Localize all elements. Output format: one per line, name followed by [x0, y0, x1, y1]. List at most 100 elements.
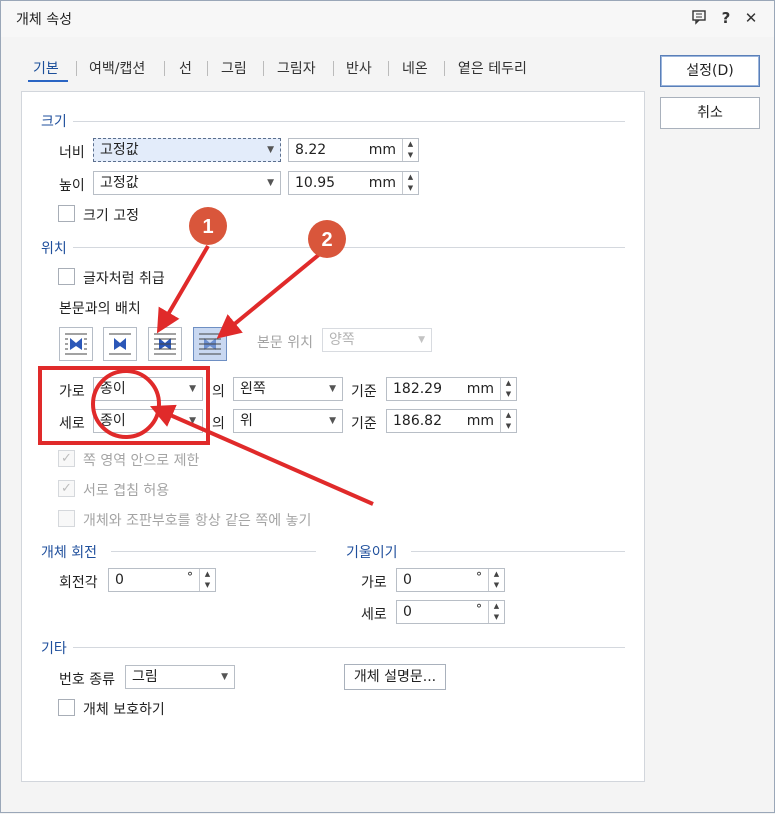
skew-h-spinner[interactable]: ▲ ▼ — [488, 569, 504, 591]
angle-value: 0 — [115, 572, 124, 588]
object-properties-dialog: 개체 속성 ? ✕ 기본 여백/캡션 선 그림 그림자 반사 네온 옅은 테두리… — [0, 0, 775, 813]
width-label: 너비 — [59, 145, 85, 161]
skew-v-label: 세로 — [361, 607, 387, 623]
same-page-label: 개체와 조판부호를 항상 같은 쪽에 놓기 — [83, 513, 312, 529]
limit-to-page-checkbox[interactable]: ✓ — [58, 450, 75, 467]
body-pos-value: 양쪽 — [329, 332, 355, 348]
height-spinner[interactable]: ▲ ▼ — [402, 172, 418, 194]
wrap-behind-text-button[interactable] — [148, 327, 182, 361]
protect-object-checkbox[interactable] — [58, 699, 75, 716]
tab-line[interactable]: 선 — [179, 58, 192, 78]
chevron-down-icon: ▼ — [418, 335, 425, 345]
comment-icon[interactable] — [690, 9, 708, 27]
tab-shadow[interactable]: 그림자 — [277, 58, 316, 78]
wrap-square-button[interactable] — [59, 327, 93, 361]
allow-overlap-label: 서로 겹침 허용 — [83, 483, 170, 499]
allow-overlap-checkbox[interactable]: ✓ — [58, 480, 75, 497]
number-type-select[interactable]: 그림 ▼ — [125, 665, 235, 689]
vert-ref-select[interactable]: 종이 ▼ — [93, 409, 203, 433]
horiz-ref-value: 종이 — [100, 381, 126, 397]
horiz-ref-select[interactable]: 종이 ▼ — [93, 377, 203, 401]
vert-value: 186.82 — [393, 413, 442, 429]
width-value: 8.22 — [295, 142, 327, 158]
width-value-input[interactable]: 8.22 mm ▲ ▼ — [288, 138, 419, 162]
skew-v-value: 0 — [403, 604, 412, 620]
horiz-unit: mm — [466, 381, 494, 397]
position-section-title: 위치 — [41, 241, 67, 257]
describe-object-button[interactable]: 개체 설명문... — [344, 664, 446, 690]
body-pos-select[interactable]: 양쪽 ▼ — [322, 328, 432, 352]
chevron-down-icon: ▼ — [267, 145, 274, 155]
width-unit: mm — [368, 142, 396, 158]
chevron-down-icon: ▼ — [329, 416, 336, 426]
same-page-checkbox[interactable] — [58, 510, 75, 527]
chevron-down-icon: ▼ — [221, 672, 228, 682]
vert-of-label: 의 — [212, 416, 225, 432]
wrap-label: 본문과의 배치 — [59, 301, 141, 317]
height-value: 10.95 — [295, 175, 336, 191]
chevron-down-icon: ▼ — [329, 384, 336, 394]
tab-soft-edge[interactable]: 옅은 테두리 — [458, 58, 527, 78]
horiz-align-value: 왼쪽 — [240, 381, 266, 397]
skew-v-input[interactable]: 0 ° ▲ ▼ — [396, 600, 505, 624]
fix-size-label: 크기 고정 — [83, 208, 139, 224]
skew-section-title: 기울이기 — [346, 545, 398, 561]
wrap-top-bottom-button[interactable] — [103, 327, 137, 361]
skew-v-spinner[interactable]: ▲ ▼ — [488, 601, 504, 623]
tab-picture[interactable]: 그림 — [221, 58, 247, 78]
chevron-down-icon: ▼ — [267, 178, 274, 188]
vert-ref-value: 종이 — [100, 413, 126, 429]
wrap-square-icon — [65, 333, 87, 355]
vert-align-value: 위 — [240, 413, 253, 429]
tab-margin-caption[interactable]: 여백/캡션 — [89, 58, 145, 78]
fix-size-checkbox[interactable] — [58, 205, 75, 222]
height-mode-value: 고정값 — [100, 175, 139, 191]
protect-object-label: 개체 보호하기 — [83, 702, 165, 718]
vert-align-select[interactable]: 위 ▼ — [233, 409, 343, 433]
body-pos-label: 본문 위치 — [257, 335, 313, 351]
skew-v-unit: ° — [476, 602, 482, 616]
chevron-down-icon: ▼ — [189, 416, 196, 426]
size-section-title: 크기 — [41, 114, 67, 130]
skew-h-label: 가로 — [361, 575, 387, 591]
title-bar: 개체 속성 ? ✕ — [1, 1, 774, 37]
number-type-value: 그림 — [132, 669, 158, 685]
help-icon[interactable]: ? — [717, 9, 735, 27]
skew-h-input[interactable]: 0 ° ▲ ▼ — [396, 568, 505, 592]
horiz-of-label: 의 — [212, 384, 225, 400]
cancel-button[interactable]: 취소 — [660, 97, 760, 129]
vert-value-input[interactable]: 186.82 mm ▲ ▼ — [386, 409, 517, 433]
rotation-section-title: 개체 회전 — [41, 545, 97, 561]
angle-unit: ° — [187, 570, 193, 584]
height-label: 높이 — [59, 178, 85, 194]
tab-basic[interactable]: 기본 — [33, 58, 59, 78]
horiz-value-input[interactable]: 182.29 mm ▲ ▼ — [386, 377, 517, 401]
active-tab-indicator — [28, 80, 68, 82]
width-spinner[interactable]: ▲ ▼ — [402, 139, 418, 161]
horiz-label: 가로 — [59, 384, 85, 400]
width-mode-select[interactable]: 고정값 ▼ — [93, 138, 281, 162]
wrap-in-front-icon — [199, 333, 221, 355]
horiz-base-label: 기준 — [351, 384, 377, 400]
height-mode-select[interactable]: 고정값 ▼ — [93, 171, 281, 195]
wrap-in-front-button[interactable] — [193, 327, 227, 361]
horiz-spinner[interactable]: ▲ ▼ — [500, 378, 516, 400]
height-value-input[interactable]: 10.95 mm ▲ ▼ — [288, 171, 419, 195]
treat-as-char-label: 글자처럼 취급 — [83, 271, 165, 287]
horiz-align-select[interactable]: 왼쪽 ▼ — [233, 377, 343, 401]
skew-h-unit: ° — [476, 570, 482, 584]
height-unit: mm — [368, 175, 396, 191]
window-title: 개체 속성 — [16, 12, 72, 28]
chevron-down-icon: ▼ — [189, 384, 196, 394]
vert-unit: mm — [466, 413, 494, 429]
treat-as-char-checkbox[interactable] — [58, 268, 75, 285]
vert-spinner[interactable]: ▲ ▼ — [500, 410, 516, 432]
horiz-value: 182.29 — [393, 381, 442, 397]
tab-neon[interactable]: 네온 — [402, 58, 428, 78]
close-icon[interactable]: ✕ — [742, 9, 760, 27]
ok-button[interactable]: 설정(D) — [660, 55, 760, 87]
number-type-label: 번호 종류 — [59, 672, 115, 688]
angle-input[interactable]: 0 ° ▲ ▼ — [108, 568, 216, 592]
angle-spinner[interactable]: ▲ ▼ — [199, 569, 215, 591]
tab-reflection[interactable]: 반사 — [346, 58, 372, 78]
